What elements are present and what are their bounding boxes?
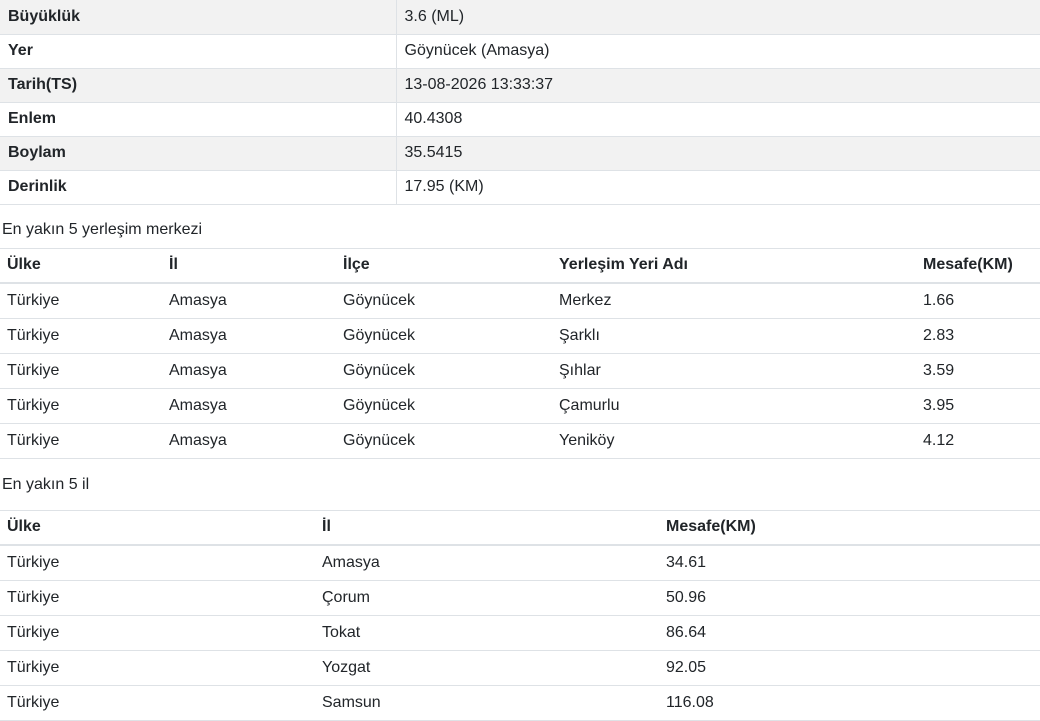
table-row: Türkiye Amasya 34.61 (0, 545, 1040, 581)
table-row: Türkiye Amasya Göynücek Şıhlar 3.59 (0, 353, 1040, 389)
detail-row-location: Yer Göynücek (Amasya) (0, 33, 1040, 69)
settlements-table: Ülke İl İlçe Yerleşim Yeri Adı Mesafe(KM… (0, 247, 1040, 459)
detail-value: 40.4308 (395, 101, 1040, 137)
cell-distance: 3.95 (916, 388, 1040, 424)
detail-label: Tarih(TS) (0, 67, 397, 103)
cell-province: Yozgat (315, 650, 659, 686)
cell-country: Türkiye (0, 388, 162, 424)
cell-country: Türkiye (0, 650, 315, 686)
cell-province: Çorum (315, 580, 659, 616)
cell-district: Göynücek (336, 318, 552, 354)
table-row: Türkiye Samsun 116.08 (0, 685, 1040, 721)
cell-district: Göynücek (336, 353, 552, 389)
column-header-province: İl (315, 509, 659, 546)
detail-value: 35.5415 (395, 135, 1040, 171)
detail-row-latitude: Enlem 40.4308 (0, 101, 1040, 137)
detail-value: Göynücek (Amasya) (395, 33, 1040, 69)
column-header-distance: Mesafe(KM) (916, 247, 1040, 284)
detail-row-depth: Derinlik 17.95 (KM) (0, 169, 1040, 205)
column-header-country: Ülke (0, 247, 162, 284)
cell-country: Türkiye (0, 283, 162, 319)
detail-row-magnitude: Büyüklük 3.6 (ML) (0, 0, 1040, 35)
cell-province: Amasya (162, 423, 336, 459)
cell-distance: 1.66 (916, 283, 1040, 319)
cell-distance: 92.05 (659, 650, 1040, 686)
cell-district: Göynücek (336, 388, 552, 424)
cell-province: Tokat (315, 615, 659, 651)
column-header-distance: Mesafe(KM) (659, 509, 1040, 546)
cell-province: Amasya (162, 388, 336, 424)
detail-label: Enlem (0, 101, 397, 137)
cell-province: Amasya (315, 545, 659, 581)
column-header-country: Ülke (0, 509, 315, 546)
cell-country: Türkiye (0, 423, 162, 459)
cell-country: Türkiye (0, 353, 162, 389)
cell-distance: 86.64 (659, 615, 1040, 651)
cell-distance: 2.83 (916, 318, 1040, 354)
cell-distance: 3.59 (916, 353, 1040, 389)
detail-value: 17.95 (KM) (395, 169, 1040, 205)
column-header-settlement: Yerleşim Yeri Adı (552, 247, 916, 284)
detail-row-longitude: Boylam 35.5415 (0, 135, 1040, 171)
cell-country: Türkiye (0, 318, 162, 354)
table-row: Türkiye Amasya Göynücek Çamurlu 3.95 (0, 388, 1040, 424)
cell-province: Samsun (315, 685, 659, 721)
table-row: Türkiye Çorum 50.96 (0, 580, 1040, 616)
cell-district: Göynücek (336, 283, 552, 319)
column-header-district: İlçe (336, 247, 552, 284)
cell-country: Türkiye (0, 545, 315, 581)
cell-district: Göynücek (336, 423, 552, 459)
table-row: Türkiye Yozgat 92.05 (0, 650, 1040, 686)
detail-label: Derinlik (0, 169, 397, 205)
cell-distance: 50.96 (659, 580, 1040, 616)
detail-value: 13-08-2026 13:33:37 (395, 67, 1040, 103)
cell-province: Amasya (162, 283, 336, 319)
cell-settlement: Yeniköy (552, 423, 916, 459)
detail-label: Boylam (0, 135, 397, 171)
table-row: Türkiye Amasya Göynücek Merkez 1.66 (0, 283, 1040, 319)
detail-label: Yer (0, 33, 397, 69)
cell-settlement: Şarklı (552, 318, 916, 354)
cell-settlement: Merkez (552, 283, 916, 319)
table-row: Türkiye Tokat 86.64 (0, 615, 1040, 651)
cell-province: Amasya (162, 353, 336, 389)
cell-distance: 4.12 (916, 423, 1040, 459)
table-row: Türkiye Amasya Göynücek Şarklı 2.83 (0, 318, 1040, 354)
provinces-table: Ülke İl Mesafe(KM) Türkiye Amasya 34.61 … (0, 509, 1040, 721)
cell-country: Türkiye (0, 580, 315, 616)
cell-distance: 34.61 (659, 545, 1040, 581)
column-header-province: İl (162, 247, 336, 284)
cell-settlement: Çamurlu (552, 388, 916, 424)
cell-province: Amasya (162, 318, 336, 354)
cell-country: Türkiye (0, 615, 315, 651)
cell-settlement: Şıhlar (552, 353, 916, 389)
detail-value: 3.6 (ML) (395, 0, 1040, 35)
earthquake-details-table: Büyüklük 3.6 (ML) Yer Göynücek (Amasya) … (0, 0, 1040, 205)
cell-distance: 116.08 (659, 685, 1040, 721)
table-row: Türkiye Amasya Göynücek Yeniköy 4.12 (0, 423, 1040, 459)
detail-label: Büyüklük (0, 0, 397, 35)
table-header-row: Ülke İl Mesafe(KM) (0, 509, 1040, 546)
cell-country: Türkiye (0, 685, 315, 721)
table-header-row: Ülke İl İlçe Yerleşim Yeri Adı Mesafe(KM… (0, 247, 1040, 284)
settlements-caption: En yakın 5 yerleşim merkezi (2, 220, 203, 238)
detail-row-date: Tarih(TS) 13-08-2026 13:33:37 (0, 67, 1040, 103)
provinces-caption: En yakın 5 il (2, 475, 90, 493)
